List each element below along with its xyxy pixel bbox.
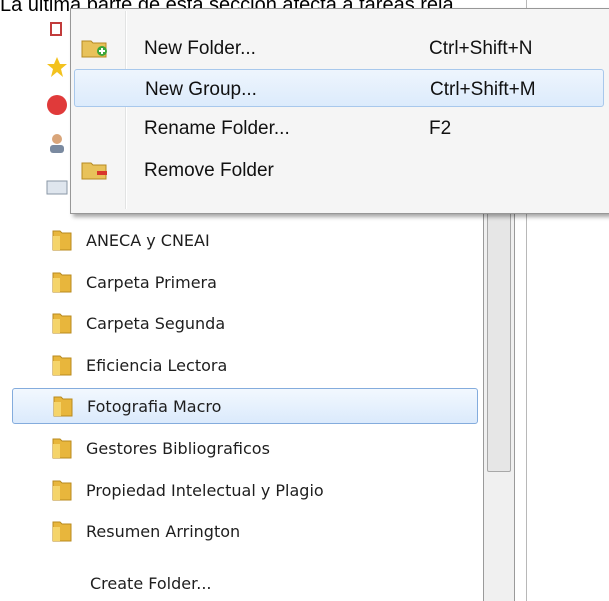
folder-label: ANECA y CNEAI bbox=[86, 230, 210, 250]
star-icon bbox=[47, 57, 67, 77]
folder-label: Fotografia Macro bbox=[87, 396, 222, 416]
folder-label: Propiedad Intelectual y Plagio bbox=[86, 480, 324, 500]
folder-icon bbox=[53, 396, 73, 417]
folder-icon bbox=[52, 313, 72, 334]
menu-item-new-folder[interactable]: New Folder... Ctrl+Shift+N bbox=[74, 29, 604, 67]
menu-item-label: Rename Folder... bbox=[144, 118, 290, 139]
context-menu: New Folder... Ctrl+Shift+N New Group... … bbox=[70, 8, 609, 214]
folder-icon bbox=[52, 480, 72, 501]
help-icon bbox=[47, 95, 67, 115]
folder-icon bbox=[52, 521, 72, 542]
folder-icon bbox=[52, 272, 72, 293]
book-icon bbox=[50, 22, 62, 36]
menu-item-shortcut: Ctrl+Shift+M bbox=[430, 79, 536, 100]
library-panel: La última parte de esta sección afecta a… bbox=[0, 0, 609, 601]
menu-item-label: Remove Folder bbox=[144, 160, 274, 181]
menu-item-remove-folder[interactable]: Remove Folder bbox=[74, 151, 604, 189]
folder-label: Resumen Arrington bbox=[86, 521, 241, 541]
folder-label: Gestores Bibliograficos bbox=[86, 438, 270, 458]
create-folder-link[interactable]: Create Folder... bbox=[90, 574, 211, 593]
folder-icon bbox=[52, 438, 72, 459]
folder-item[interactable]: Carpeta Primera bbox=[12, 264, 478, 300]
mail-icon bbox=[46, 180, 68, 195]
folder-label: Carpeta Primera bbox=[86, 272, 217, 292]
menu-item-new-group[interactable]: New Group... Ctrl+Shift+M bbox=[74, 69, 604, 107]
menu-item-label: New Folder... bbox=[144, 38, 256, 59]
menu-item-label: New Group... bbox=[145, 79, 257, 100]
scrollbar-thumb[interactable] bbox=[487, 210, 511, 472]
folder-item[interactable]: Fotografia Macro bbox=[12, 388, 478, 424]
menu-item-shortcut: Ctrl+Shift+N bbox=[429, 38, 533, 59]
folder-item[interactable]: Carpeta Segunda bbox=[12, 305, 478, 341]
folder-icon bbox=[52, 355, 72, 376]
folder-icon bbox=[52, 230, 72, 251]
menu-item-rename-folder[interactable]: Rename Folder... F2 bbox=[74, 109, 604, 147]
folder-label: Eficiencia Lectora bbox=[86, 355, 228, 375]
folder-remove-icon bbox=[81, 162, 107, 180]
folder-label: Carpeta Segunda bbox=[86, 313, 226, 333]
folder-item[interactable]: Gestores Bibliograficos bbox=[12, 430, 478, 466]
user-icon bbox=[50, 134, 64, 153]
folder-add-icon bbox=[81, 40, 107, 58]
folder-item[interactable]: Resumen Arrington bbox=[12, 513, 478, 549]
folder-item[interactable]: ANECA y CNEAI bbox=[12, 222, 478, 258]
folder-item[interactable]: Eficiencia Lectora bbox=[12, 347, 478, 383]
folder-item[interactable]: Propiedad Intelectual y Plagio bbox=[12, 472, 478, 508]
menu-item-shortcut: F2 bbox=[429, 118, 452, 139]
